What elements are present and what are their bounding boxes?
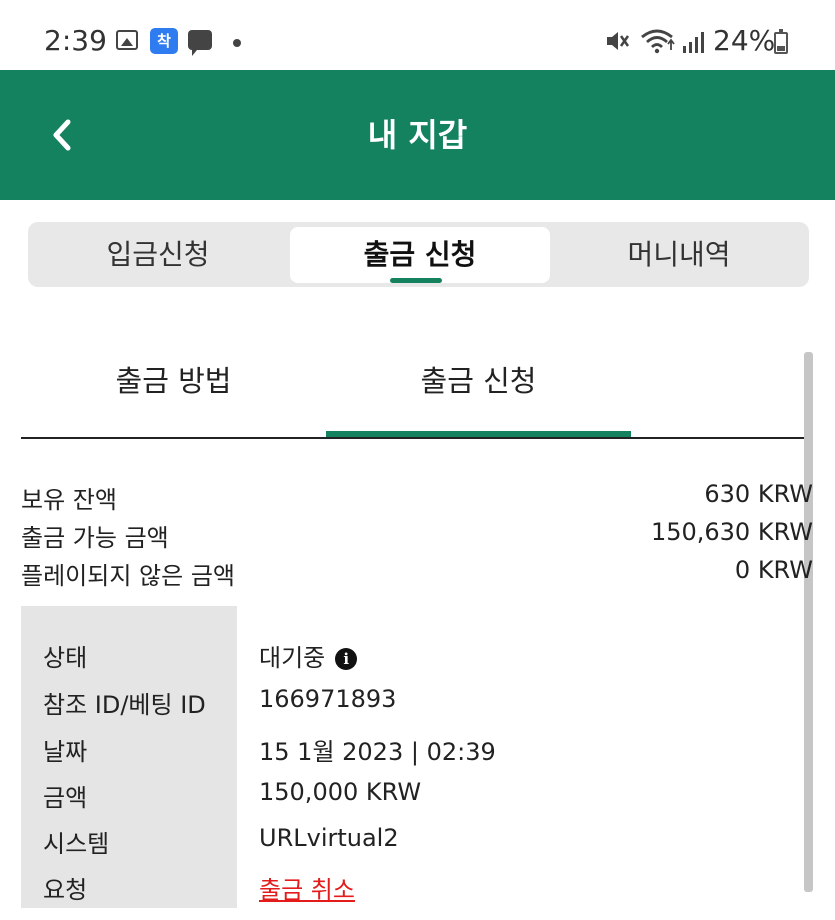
chat-icon bbox=[188, 30, 212, 56]
balance-row-unplayed: 플레이되지 않은 금액 0 KRW bbox=[21, 556, 813, 594]
tab-withdraw-request[interactable]: 출금 신청 bbox=[290, 227, 550, 283]
battery-percent: 24% bbox=[713, 24, 776, 57]
balance-value: 0 KRW bbox=[734, 556, 813, 584]
detail-label: 금액 bbox=[43, 784, 88, 812]
detail-label: 상태 bbox=[43, 644, 88, 672]
balance-label: 플레이되지 않은 금액 bbox=[21, 562, 235, 590]
active-subtab-indicator bbox=[326, 431, 631, 437]
detail-value: 대기중 i bbox=[259, 638, 358, 673]
status-time: 2:39 bbox=[44, 24, 107, 57]
detail-label: 요청 bbox=[43, 876, 88, 904]
withdraw-subtabs: 출금 방법 출금 신청 bbox=[21, 340, 813, 440]
detail-label: 날짜 bbox=[43, 738, 88, 766]
wifi-icon bbox=[640, 28, 676, 54]
status-bar: 2:39 착 24% bbox=[0, 0, 835, 70]
balance-value: 630 KRW bbox=[704, 480, 813, 508]
balance-label: 보유 잔액 bbox=[21, 486, 117, 514]
active-tab-indicator bbox=[390, 278, 442, 283]
detail-row-amount: 금액 150,000 KRW bbox=[21, 778, 806, 824]
subtab-withdraw-method[interactable]: 출금 방법 bbox=[21, 358, 326, 400]
detail-row-status: 상태 대기중 i bbox=[21, 638, 806, 684]
balance-label: 출금 가능 금액 bbox=[21, 524, 169, 552]
battery-charging-icon bbox=[774, 29, 788, 54]
app-header: 내 지갑 bbox=[0, 70, 835, 200]
signal-icon bbox=[682, 30, 706, 54]
detail-label: 시스템 bbox=[43, 830, 110, 858]
withdraw-detail-table: 상태 대기중 i 참조 ID/베팅 ID 166971893 날짜 15 1월 2… bbox=[21, 606, 806, 908]
cancel-withdraw-link[interactable]: 출금 취소 bbox=[259, 870, 355, 905]
app-notification-icon: 착 bbox=[150, 28, 178, 54]
mute-icon bbox=[604, 28, 630, 60]
detail-row-reference-id: 참조 ID/베팅 ID 166971893 bbox=[21, 685, 806, 731]
detail-row-date: 날짜 15 1월 2023 | 02:39 bbox=[21, 732, 806, 778]
balance-value: 150,630 KRW bbox=[650, 518, 813, 546]
page-title: 내 지갑 bbox=[367, 116, 468, 154]
tab-money-history[interactable]: 머니내역 bbox=[549, 227, 809, 283]
detail-value: 166971893 bbox=[259, 685, 397, 713]
gallery-icon bbox=[116, 30, 138, 50]
tab-deposit-request[interactable]: 입금신청 bbox=[28, 227, 288, 283]
detail-value: 150,000 KRW bbox=[259, 778, 422, 806]
balance-row-held: 보유 잔액 630 KRW bbox=[21, 480, 813, 518]
subtab-divider bbox=[21, 437, 813, 439]
status-text: 대기중 bbox=[259, 644, 326, 672]
detail-label: 참조 ID/베팅 ID bbox=[43, 691, 206, 719]
detail-row-system: 시스템 URLvirtual2 bbox=[21, 824, 806, 870]
more-notifications-dot-icon bbox=[233, 39, 241, 47]
detail-value: URLvirtual2 bbox=[259, 824, 399, 852]
detail-value: 15 1월 2023 | 02:39 bbox=[259, 738, 496, 766]
wallet-tabs: 입금신청 출금 신청 머니내역 bbox=[28, 222, 809, 287]
info-icon[interactable]: i bbox=[335, 648, 358, 670]
subtab-withdraw-request[interactable]: 출금 신청 bbox=[326, 358, 631, 400]
balance-row-withdrawable: 출금 가능 금액 150,630 KRW bbox=[21, 518, 813, 556]
detail-row-request: 요청 출금 취소 bbox=[21, 870, 806, 916]
